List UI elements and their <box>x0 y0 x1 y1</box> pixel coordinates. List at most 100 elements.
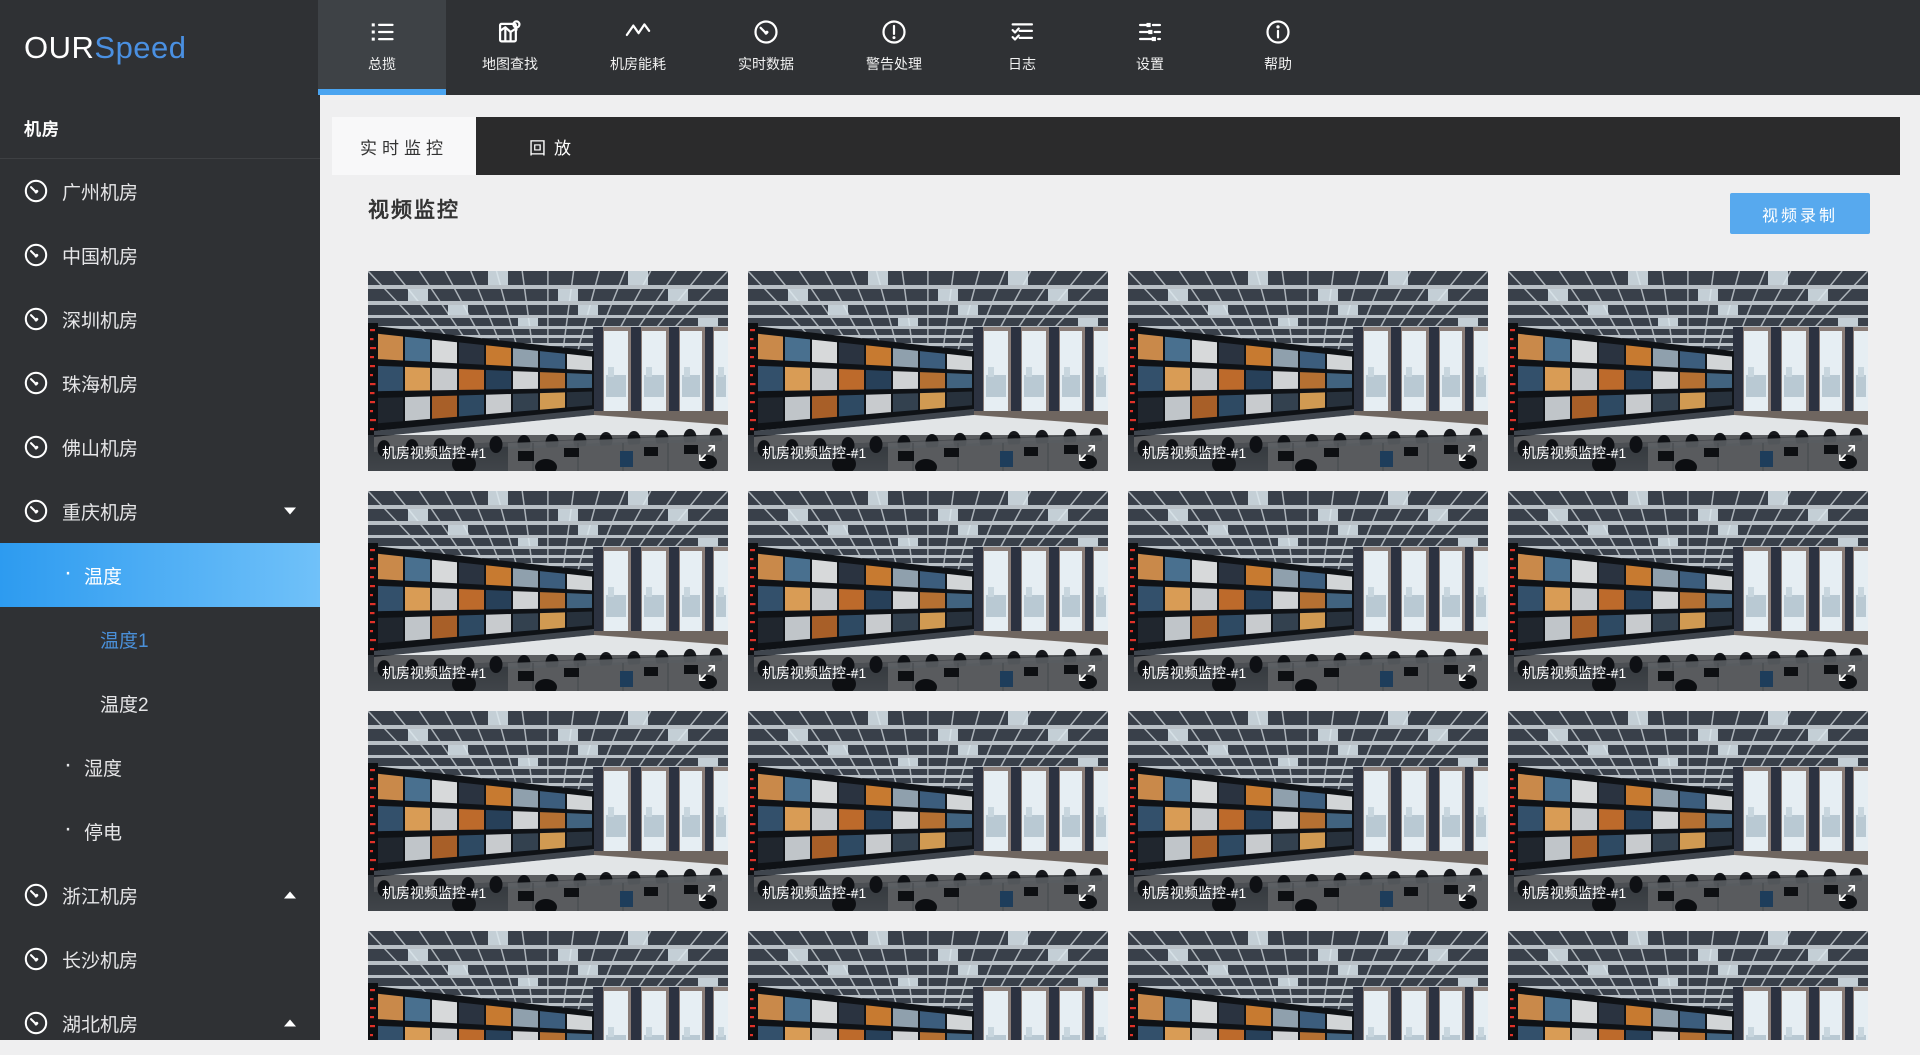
video-tile-label: 机房视频监控-#1 <box>762 443 1078 463</box>
video-tile[interactable]: 机房视频监控-#1 <box>1508 711 1868 911</box>
sidebar-item-shenzhen[interactable]: 深圳机房 <box>0 287 320 351</box>
video-caption-bar: 机房视频监控-#1 <box>1128 435 1488 471</box>
video-tile-label: 机房视频监控-#1 <box>1142 883 1458 903</box>
video-tile[interactable]: 机房视频监控-#1 <box>1508 271 1868 471</box>
top-bar: OURSpeed 总揽地图查找机房能耗实时数据警告处理日志设置帮助 Root M… <box>0 0 1920 95</box>
nav-item-label: 总揽 <box>318 54 446 74</box>
sidebar-item-hubei[interactable]: 湖北机房 <box>0 991 320 1055</box>
topnav-item-alerts[interactable]: 警告处理 <box>830 0 958 95</box>
expand-icon[interactable] <box>1458 884 1476 902</box>
sidebar-list: 广州机房中国机房深圳机房珠海机房佛山机房重庆机房 ·温度温度1 温度2 ·湿度 · 停电浙… <box>0 159 320 1055</box>
topnav-item-overview[interactable]: 总揽 <box>318 0 446 95</box>
video-tile[interactable]: 机房视频监控-#1 <box>1508 491 1868 691</box>
video-tile[interactable]: 机房视频监控-#1 <box>368 491 728 691</box>
video-thumbnail <box>368 931 728 1040</box>
gauge-icon <box>702 0 830 46</box>
video-tile-label: 机房视频监控-#1 <box>762 663 1078 683</box>
bullet-icon: · <box>64 559 72 587</box>
video-tile[interactable]: 机房视频监控-#1 <box>748 271 1108 471</box>
video-tile[interactable]: 机房视频监控-#1 <box>1128 491 1488 691</box>
chevron-up-icon <box>284 892 296 899</box>
sidebar-item-wendu2[interactable]: 温度2 <box>0 671 320 735</box>
nav-item-label: 实时数据 <box>702 54 830 74</box>
video-thumbnail <box>1508 931 1868 1040</box>
sidebar-item-wendu1[interactable]: 温度1 <box>0 607 320 671</box>
video-tile-label: 机房视频监控-#1 <box>762 883 1078 903</box>
map-icon <box>446 0 574 46</box>
sidebar-item-zhuhai[interactable]: 珠海机房 <box>0 351 320 415</box>
sidebar-item-label: 温度2 <box>100 690 149 717</box>
video-tile[interactable]: 机房视频监控-#1 <box>368 271 728 471</box>
sidebar-item-foshan[interactable]: 佛山机房 <box>0 415 320 479</box>
sidebar-item-wendu[interactable]: ·温度 <box>0 543 320 607</box>
expand-icon[interactable] <box>1078 664 1096 682</box>
topnav-item-logs[interactable]: 日志 <box>958 0 1086 95</box>
expand-icon[interactable] <box>1458 444 1476 462</box>
alert-icon <box>830 0 958 46</box>
expand-icon[interactable] <box>698 444 716 462</box>
topnav-item-map-search[interactable]: 地图查找 <box>446 0 574 95</box>
video-thumbnail <box>1128 931 1488 1040</box>
video-tile-label: 机房视频监控-#1 <box>1522 663 1838 683</box>
expand-icon[interactable] <box>1078 884 1096 902</box>
sidebar-item-changsha[interactable]: 长沙机房 <box>0 927 320 991</box>
gauge-icon <box>23 498 49 524</box>
chevron-down-icon <box>284 508 296 515</box>
gauge-icon <box>23 242 49 268</box>
expand-icon[interactable] <box>1838 664 1856 682</box>
gauge-icon <box>23 306 49 332</box>
video-caption-bar: 机房视频监控-#1 <box>748 435 1108 471</box>
tab-label: 实时监控 <box>360 134 448 159</box>
video-tile[interactable]: 机房视频监控-#1 <box>1508 931 1868 1040</box>
video-tile[interactable]: 机房视频监控-#1 <box>748 491 1108 691</box>
expand-icon[interactable] <box>1078 444 1096 462</box>
sidebar-item-zhejiang[interactable]: 浙江机房 <box>0 863 320 927</box>
video-record-button[interactable]: 视频录制 <box>1730 193 1870 234</box>
video-tile-label: 机房视频监控-#1 <box>1142 443 1458 463</box>
video-caption-bar: 机房视频监控-#1 <box>748 875 1108 911</box>
video-tile[interactable]: 机房视频监控-#1 <box>1128 931 1488 1040</box>
bullet-icon: · <box>64 815 72 843</box>
sidebar-item-label: 深圳机房 <box>62 306 138 333</box>
tab-live-monitoring[interactable]: 实时监控 <box>332 117 476 175</box>
list-icon <box>318 0 446 46</box>
topnav-item-energy[interactable]: 机房能耗 <box>574 0 702 95</box>
gauge-icon <box>23 434 49 460</box>
expand-icon[interactable] <box>698 664 716 682</box>
sidebar-item-label: 停电 <box>84 818 122 845</box>
expand-icon[interactable] <box>1838 884 1856 902</box>
sidebar-item-label: 中国机房 <box>62 242 138 269</box>
expand-icon[interactable] <box>698 884 716 902</box>
app-logo: OURSpeed <box>24 0 187 95</box>
video-caption-bar: 机房视频监控-#1 <box>1128 655 1488 691</box>
video-tile[interactable]: 机房视频监控-#1 <box>748 931 1108 1040</box>
sidebar-item-shidu[interactable]: ·湿度 <box>0 735 320 799</box>
sidebar-item-label: 广州机房 <box>62 178 138 205</box>
chevron-up-icon <box>284 1020 296 1027</box>
expand-icon[interactable] <box>1838 444 1856 462</box>
logo-text-prefix: OUR <box>24 30 94 66</box>
nav-item-label: 地图查找 <box>446 54 574 74</box>
video-tile[interactable]: 机房视频监控-#1 <box>748 711 1108 911</box>
video-tile-label: 机房视频监控-#1 <box>382 663 698 683</box>
expand-icon[interactable] <box>1458 664 1476 682</box>
sidebar-item-label: 重庆机房 <box>62 498 138 525</box>
activity-icon <box>574 0 702 46</box>
topnav-item-help[interactable]: 帮助 <box>1214 0 1342 95</box>
sidebar-item-tingdian[interactable]: · 停电 <box>0 799 320 863</box>
tab-playback[interactable]: 回放 <box>476 117 624 175</box>
gauge-icon <box>23 946 49 972</box>
video-tile[interactable]: 机房视频监控-#1 <box>368 711 728 911</box>
video-tile[interactable]: 机房视频监控-#1 <box>368 931 728 1040</box>
tab-bar: 回放 <box>476 117 1900 175</box>
video-tile[interactable]: 机房视频监控-#1 <box>1128 271 1488 471</box>
section-title: 视频监控 <box>368 194 460 224</box>
topnav-item-settings[interactable]: 设置 <box>1086 0 1214 95</box>
sidebar: 机房 广州机房中国机房深圳机房珠海机房佛山机房重庆机房·温度温度1温度2·湿度·… <box>0 95 320 1040</box>
video-tile[interactable]: 机房视频监控-#1 <box>1128 711 1488 911</box>
sidebar-item-zhongguo[interactable]: 中国机房 <box>0 223 320 287</box>
sidebar-item-guangzhou[interactable]: 广州机房 <box>0 159 320 223</box>
sidebar-item-chongqing[interactable]: 重庆机房 <box>0 479 320 543</box>
video-caption-bar: 机房视频监控-#1 <box>368 655 728 691</box>
topnav-item-realtime-data[interactable]: 实时数据 <box>702 0 830 95</box>
